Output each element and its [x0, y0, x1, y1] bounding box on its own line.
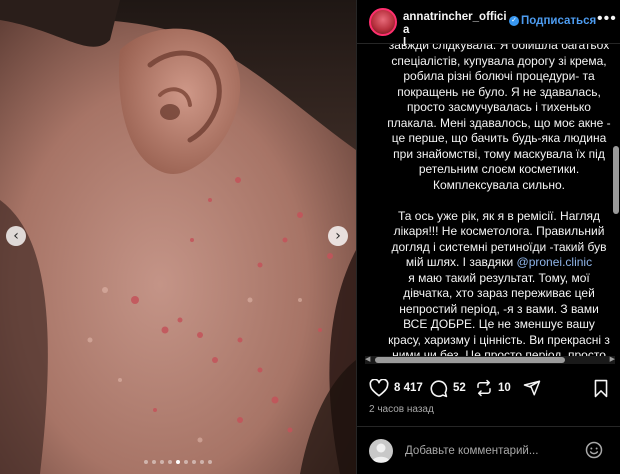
carousel-dots: [0, 460, 356, 464]
previous-image-button[interactable]: ‹: [6, 226, 26, 246]
follow-button[interactable]: Подписаться: [521, 15, 596, 27]
repost-action[interactable]: 10: [475, 378, 511, 398]
caption-part-2: я маю такий результат. Тому, мої дівчатк…: [388, 270, 610, 362]
heart-icon[interactable]: [369, 379, 389, 397]
bookmark-icon[interactable]: [593, 379, 609, 398]
carousel-dot[interactable]: [184, 460, 188, 464]
horizontal-scrollbar[interactable]: ◀ ▶: [365, 356, 615, 364]
caption-part-1: завжди слідкувала. Я обійшла багатьох сп…: [387, 44, 611, 269]
like-action[interactable]: 8 417: [369, 378, 423, 398]
caption-text: завжди слідкувала. Я обійшла багатьох сп…: [387, 44, 611, 362]
share-action[interactable]: [523, 378, 541, 398]
scroll-right-arrow-icon[interactable]: ▶: [610, 356, 615, 364]
vertical-scrollbar[interactable]: [613, 146, 619, 214]
comment-count[interactable]: 52: [453, 382, 466, 394]
share-icon[interactable]: [523, 379, 541, 397]
scrollbar-thumb[interactable]: [375, 357, 565, 363]
face-photo: [0, 0, 356, 474]
post-header: annatrincher_officia l ✓ Подписаться •••: [357, 0, 620, 49]
mention-link[interactable]: @pronei.clinic: [517, 255, 593, 269]
current-user-avatar: [369, 439, 393, 463]
post-viewer: ‹ › annatrincher_officia l ✓ Подписаться…: [0, 0, 620, 474]
comment-action[interactable]: 52: [429, 378, 466, 398]
next-image-button[interactable]: ›: [328, 226, 348, 246]
scroll-left-arrow-icon[interactable]: ◀: [365, 356, 370, 364]
action-bar: 8 417 52 10: [357, 372, 620, 402]
carousel-dot[interactable]: [160, 460, 164, 464]
save-action[interactable]: [593, 378, 609, 398]
carousel-dot[interactable]: [168, 460, 172, 464]
comment-icon[interactable]: [429, 379, 448, 398]
carousel-dot[interactable]: [176, 460, 180, 464]
caption-area[interactable]: завжди слідкувала. Я обійшла багатьох сп…: [357, 44, 620, 362]
post-side-panel: annatrincher_officia l ✓ Подписаться •••…: [356, 0, 620, 474]
carousel-dot[interactable]: [200, 460, 204, 464]
like-count[interactable]: 8 417: [394, 382, 423, 394]
comment-input[interactable]: [405, 441, 585, 461]
more-options-icon[interactable]: •••: [597, 10, 617, 28]
carousel-dot[interactable]: [152, 460, 156, 464]
verified-icon: ✓: [509, 16, 519, 26]
repost-icon[interactable]: [475, 379, 493, 397]
emoji-icon[interactable]: [585, 441, 603, 464]
carousel-dot[interactable]: [192, 460, 196, 464]
carousel-dot[interactable]: [144, 460, 148, 464]
repost-count[interactable]: 10: [498, 382, 511, 394]
author-avatar[interactable]: [369, 8, 397, 36]
post-timestamp[interactable]: 2 часов назад: [369, 404, 434, 415]
comment-composer: [357, 427, 620, 474]
post-image[interactable]: ‹ ›: [0, 0, 356, 474]
carousel-dot[interactable]: [208, 460, 212, 464]
